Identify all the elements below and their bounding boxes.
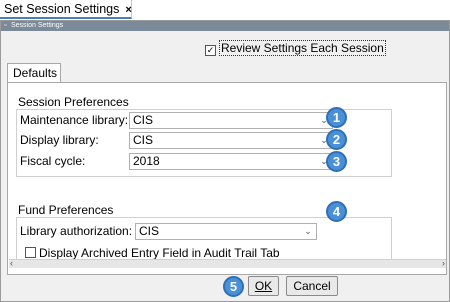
session-settings-dialog: ▫ Session Settings ✓ Review Settings Each … <box>0 20 450 302</box>
tab-strip: Set Session Settings × <box>0 0 450 20</box>
tab-title: Set Session Settings <box>4 2 120 16</box>
window-icon: ▫ <box>4 22 7 29</box>
arrow-right-icon[interactable]: › <box>442 258 445 268</box>
fund-preferences-title: Fund Preferences <box>18 203 114 217</box>
fiscal-cycle-label: Fiscal cycle: <box>20 154 86 168</box>
display-library-label: Display library: <box>20 133 99 147</box>
maintenance-library-select[interactable]: CIS ⌄ <box>129 112 333 129</box>
dialog-title: Session Settings <box>11 22 64 29</box>
display-library-select[interactable]: CIS ⌄ <box>129 132 333 149</box>
tab-set-session-settings[interactable]: Set Session Settings × <box>0 0 132 19</box>
checkbox-unchecked-icon[interactable] <box>25 247 36 258</box>
maintenance-library-label: Maintenance library: <box>20 113 129 127</box>
fiscal-cycle-value: 2018 <box>133 154 160 168</box>
checkbox-checked-icon[interactable]: ✓ <box>205 45 216 56</box>
ok-button-label: OK <box>254 279 273 293</box>
display-archived-label: Display Archived Entry Field in Audit Tr… <box>39 246 280 260</box>
review-settings-label: Review Settings Each Session <box>219 40 386 56</box>
dialog-titlebar: ▫ Session Settings <box>1 21 449 31</box>
session-preferences-title: Session Preferences <box>18 95 129 109</box>
callout-badge-4: 4 <box>326 201 347 222</box>
arrow-left-icon[interactable]: ‹ <box>10 258 13 268</box>
library-authorization-label: Library authorization: <box>20 224 133 238</box>
review-settings-checkbox[interactable]: ✓ Review Settings Each Session <box>205 40 386 56</box>
display-archived-checkbox[interactable]: Display Archived Entry Field in Audit Tr… <box>25 246 280 260</box>
cancel-button-label: Cancel <box>293 279 331 293</box>
library-authorization-value: CIS <box>139 224 160 238</box>
fiscal-cycle-select[interactable]: 2018 ⌄ <box>129 153 333 170</box>
display-library-value: CIS <box>133 133 154 147</box>
callout-badge-1: 1 <box>326 107 347 128</box>
callout-badge-5: 5 <box>223 276 244 297</box>
close-icon[interactable]: × <box>125 4 131 16</box>
callout-badge-3: 3 <box>326 151 347 172</box>
defaults-panel: Session Preferences Maintenance library:… <box>7 82 447 275</box>
tab-defaults[interactable]: Defaults <box>7 63 61 83</box>
fund-preferences-section: Library authorization: CIS ⌄ Display Arc… <box>16 217 392 263</box>
cancel-button[interactable]: Cancel <box>286 276 338 296</box>
library-authorization-select[interactable]: CIS ⌄ <box>135 223 317 240</box>
callout-badge-2: 2 <box>326 129 347 150</box>
horizontal-scrollbar[interactable]: ‹ › <box>9 258 446 268</box>
maintenance-library-value: CIS <box>133 113 154 127</box>
chevron-down-icon[interactable]: ⌄ <box>302 224 314 239</box>
ok-button[interactable]: OK <box>248 276 279 296</box>
